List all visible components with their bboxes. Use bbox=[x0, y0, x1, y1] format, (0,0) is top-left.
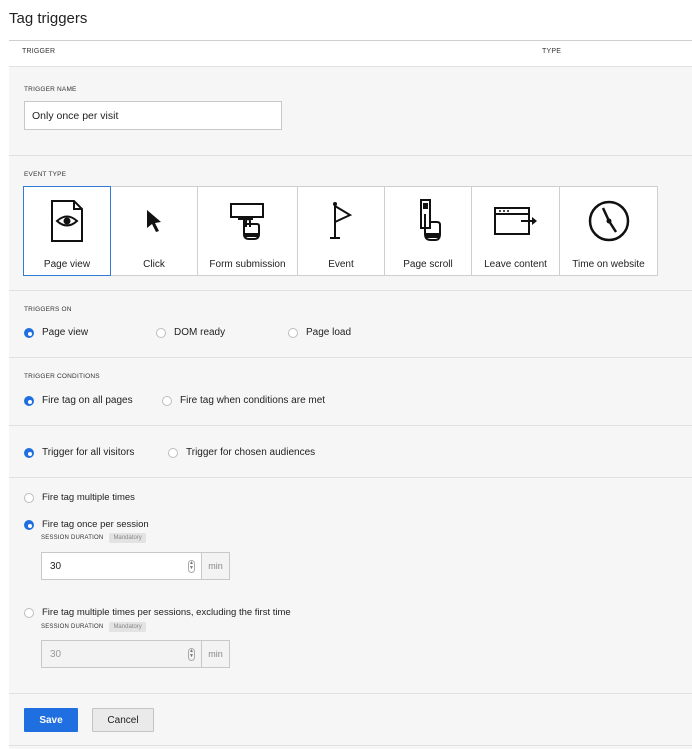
radio-button-selected[interactable] bbox=[24, 327, 34, 338]
radio-button[interactable] bbox=[156, 327, 166, 338]
radio-dom-ready[interactable]: DOM ready bbox=[156, 327, 225, 338]
radio-chosen-audiences[interactable]: Trigger for chosen audiences bbox=[168, 447, 315, 458]
tile-page-scroll[interactable]: Page scroll bbox=[384, 186, 472, 276]
radio-fire-once-per-session[interactable]: Fire tag once per session bbox=[24, 519, 149, 530]
radio-fire-all-pages[interactable]: Fire tag on all pages bbox=[24, 395, 133, 406]
tile-label: Click bbox=[143, 259, 165, 270]
radio-button-selected[interactable] bbox=[24, 519, 34, 530]
radio-all-visitors[interactable]: Trigger for all visitors bbox=[24, 447, 134, 458]
section-divider bbox=[9, 425, 692, 426]
radio-fire-conditions-met[interactable]: Fire tag when conditions are met bbox=[162, 395, 325, 406]
table-header: TRIGGER TYPE bbox=[9, 41, 692, 66]
trigger-conditions-label: TRIGGER CONDITIONS bbox=[24, 373, 100, 380]
triggers-on-label: TRIGGERS ON bbox=[24, 306, 72, 313]
radio-button[interactable] bbox=[168, 447, 178, 458]
tile-page-view[interactable]: Page view bbox=[23, 186, 111, 276]
session-duration-value: 30 bbox=[50, 560, 62, 572]
unit-label: min bbox=[202, 640, 230, 668]
cursor-icon bbox=[111, 197, 197, 245]
session-duration-input-disabled: 30 ▲ ▼ bbox=[41, 640, 202, 668]
trigger-name-label: TRIGGER NAME bbox=[24, 86, 77, 93]
radio-button-selected[interactable] bbox=[24, 447, 34, 458]
session-duration-field: 30 ▲ ▼ min bbox=[41, 552, 230, 580]
section-divider bbox=[9, 477, 692, 478]
radio-label: DOM ready bbox=[174, 327, 226, 338]
session-duration-value: 30 bbox=[50, 648, 62, 660]
radio-label: Fire tag when conditions are met bbox=[180, 395, 326, 406]
radio-label: Page load bbox=[306, 327, 352, 338]
mandatory-badge: Mandatory bbox=[109, 622, 146, 632]
flag-icon bbox=[298, 197, 384, 245]
column-header-trigger: TRIGGER bbox=[22, 48, 56, 55]
radio-fire-multiple-excluding-first[interactable]: Fire tag multiple times per sessions, ex… bbox=[24, 607, 291, 618]
save-button[interactable]: Save bbox=[24, 708, 78, 732]
tile-label: Time on website bbox=[572, 259, 645, 270]
page-view-icon bbox=[24, 197, 110, 245]
radio-label: Trigger for chosen audiences bbox=[186, 447, 316, 458]
bottom-divider bbox=[9, 745, 692, 746]
section-divider bbox=[9, 155, 692, 156]
tile-label: Event bbox=[328, 259, 354, 270]
mandatory-badge: Mandatory bbox=[109, 533, 146, 543]
page-scroll-icon bbox=[385, 197, 471, 245]
radio-label: Fire tag on all pages bbox=[42, 395, 133, 406]
tile-label: Form submission bbox=[209, 259, 286, 270]
radio-label: Trigger for all visitors bbox=[42, 447, 135, 458]
session-duration-row-disabled: SESSION DURATION Mandatory bbox=[41, 622, 146, 632]
event-type-label: EVENT TYPE bbox=[24, 171, 67, 178]
section-divider bbox=[9, 357, 692, 358]
radio-button[interactable] bbox=[24, 492, 34, 503]
radio-fire-multiple[interactable]: Fire tag multiple times bbox=[24, 492, 135, 503]
session-duration-input[interactable]: 30 ▲ ▼ bbox=[41, 552, 202, 580]
tile-label: Leave content bbox=[484, 259, 547, 270]
radio-label: Fire tag multiple times bbox=[42, 492, 135, 503]
radio-page-load[interactable]: Page load bbox=[288, 327, 351, 338]
session-duration-label: SESSION DURATION bbox=[41, 624, 104, 630]
cancel-button[interactable]: Cancel bbox=[92, 708, 154, 732]
tile-leave-content[interactable]: Leave content bbox=[471, 186, 560, 276]
tile-label: Page scroll bbox=[403, 259, 453, 270]
radio-button[interactable] bbox=[24, 607, 34, 618]
radio-button-selected[interactable] bbox=[24, 395, 34, 406]
event-type-tiles: Page view Click Form submission Event Pa… bbox=[23, 186, 658, 276]
tile-event[interactable]: Event bbox=[297, 186, 385, 276]
radio-button[interactable] bbox=[288, 327, 298, 338]
tile-click[interactable]: Click bbox=[110, 186, 198, 276]
radio-label: Fire tag multiple times per sessions, ex… bbox=[42, 607, 291, 618]
radio-label: Fire tag once per session bbox=[42, 519, 149, 530]
form-submission-icon bbox=[198, 197, 297, 245]
trigger-name-input[interactable] bbox=[24, 101, 282, 130]
session-duration-field-disabled: 30 ▲ ▼ min bbox=[41, 640, 230, 668]
tile-time-on-website[interactable]: Time on website bbox=[559, 186, 658, 276]
section-divider bbox=[9, 290, 692, 291]
column-header-type: TYPE bbox=[542, 48, 562, 55]
session-duration-row: SESSION DURATION Mandatory bbox=[41, 533, 146, 543]
radio-button[interactable] bbox=[162, 395, 172, 406]
clock-icon bbox=[560, 197, 657, 245]
stepper-icon: ▲ ▼ bbox=[188, 648, 195, 661]
page-title: Tag triggers bbox=[9, 10, 88, 27]
unit-label: min bbox=[202, 552, 230, 580]
stepper-icon[interactable]: ▲ ▼ bbox=[188, 560, 195, 573]
tile-form-submission[interactable]: Form submission bbox=[197, 186, 298, 276]
tile-label: Page view bbox=[43, 259, 91, 270]
section-divider bbox=[9, 693, 692, 694]
radio-page-view[interactable]: Page view bbox=[24, 327, 88, 338]
session-duration-label: SESSION DURATION bbox=[41, 535, 104, 541]
leave-content-icon bbox=[472, 197, 559, 245]
radio-label: Page view bbox=[42, 327, 89, 338]
